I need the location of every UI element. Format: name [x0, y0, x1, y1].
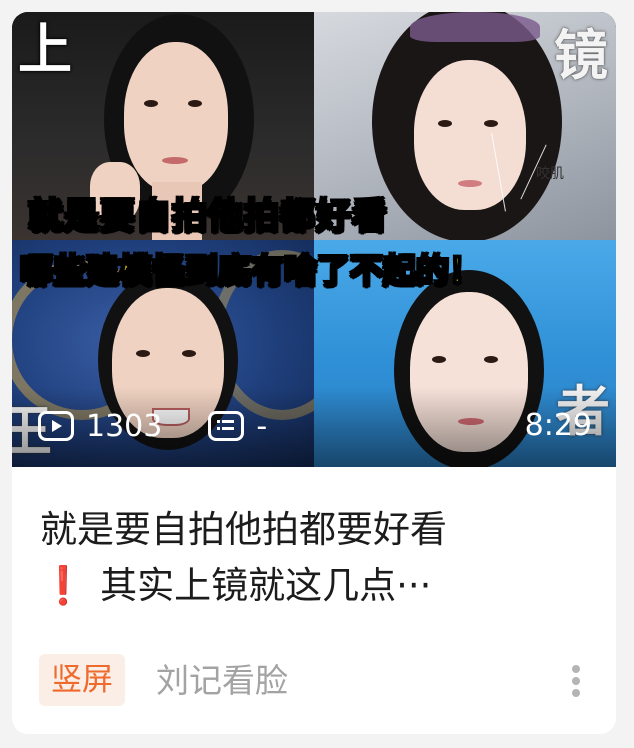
corner-char-top-left: 上: [18, 17, 72, 81]
danmu-count: -: [256, 408, 268, 444]
danmu-icon: [208, 411, 245, 441]
vertical-screen-tag: 竖屏: [39, 654, 125, 706]
jaw-annotation-label: 咬肌: [536, 166, 564, 182]
video-card[interactable]: 咬肌 上 镜 王 者 就是要自拍他拍都好看 哪些建模怪到底有啥了不起的！: [12, 12, 616, 734]
thumbnail-banner-line-1: 就是要自拍他拍都好看: [27, 196, 389, 238]
video-thumbnail[interactable]: 咬肌 上 镜 王 者 就是要自拍他拍都好看 哪些建模怪到底有啥了不起的！: [12, 12, 616, 467]
video-title[interactable]: 就是要自拍他拍都要好看 ❗ 其实上镜就这几点···: [40, 502, 600, 614]
view-count: 1303: [86, 408, 163, 444]
title-line-1: 就是要自拍他拍都要好看: [40, 508, 447, 551]
thumbnail-banner-line-2: 哪些建模怪到底有啥了不起的！: [19, 250, 483, 291]
corner-char-top-right: 镜: [554, 23, 608, 87]
title-line-2: 其实上镜就这几点···: [100, 564, 432, 607]
author-name[interactable]: 刘记看脸: [156, 656, 288, 706]
more-vertical-icon[interactable]: [564, 662, 588, 702]
exclamation-emoji-icon: ❗: [40, 564, 87, 607]
video-stats: 1303 -: [38, 406, 267, 446]
video-duration: 8:29: [524, 408, 592, 443]
play-icon: [38, 411, 74, 441]
